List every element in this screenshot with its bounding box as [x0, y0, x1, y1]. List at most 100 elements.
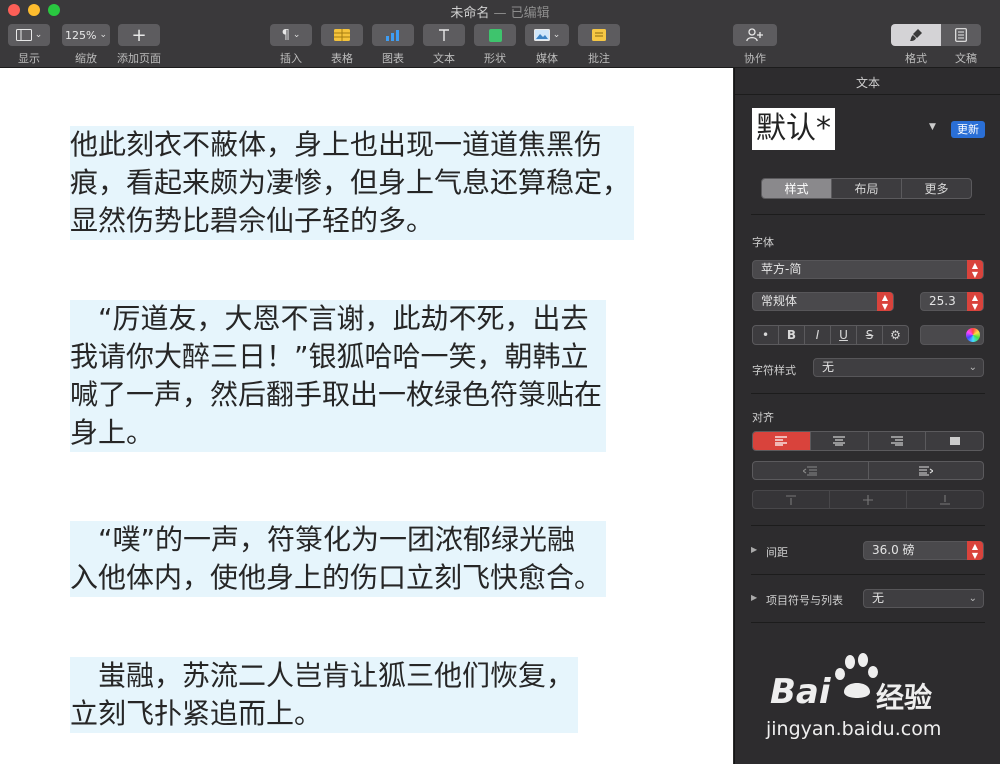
text-line: 入他体内，使他身上的伤口立刻飞快愈合。 — [70, 559, 607, 597]
align-top-icon — [786, 494, 796, 505]
character-style-label: 字符样式 — [752, 364, 796, 377]
window-title: 未命名 — 已编辑 — [0, 2, 1000, 21]
comment-button[interactable] — [578, 24, 620, 46]
media-label: 媒体 — [536, 52, 558, 65]
italic-button[interactable]: I — [805, 326, 831, 344]
increase-indent-icon — [918, 465, 933, 476]
color-wheel-icon[interactable] — [966, 328, 980, 342]
align-bottom-button[interactable] — [907, 491, 983, 508]
format-inspector-button[interactable] — [891, 24, 941, 46]
tab-layout[interactable]: 布局 — [832, 179, 902, 198]
character-style-value: 无 — [822, 360, 835, 374]
format-label: 格式 — [905, 52, 927, 65]
chevron-down-icon: ⌄ — [968, 362, 977, 373]
document-canvas[interactable]: 他此刻衣不蔽体，身上也出现一道道焦黑伤 痕，看起来颇为凄惨，但身上气息还算稳定，显… — [0, 68, 733, 764]
chevron-down-icon: ⌄ — [552, 30, 561, 40]
align-center-button[interactable] — [811, 432, 869, 450]
indent-buttons — [752, 461, 984, 480]
watermark-url: jingyan.baidu.com — [766, 718, 942, 740]
style-menu-triangle-icon[interactable]: ▼ — [929, 122, 936, 132]
text-line: 喊了一声，然后翻手取出一枚绿色符箓贴在 — [70, 376, 607, 414]
strikethrough-button[interactable]: S — [857, 326, 883, 344]
shape-label: 形状 — [484, 52, 506, 65]
text-icon — [439, 29, 449, 41]
stepper-arrows-icon: ▲ ▼ — [967, 260, 983, 279]
bullet-format-button[interactable]: • — [753, 326, 779, 344]
zoom-select[interactable]: 125% ⌄ — [62, 24, 110, 46]
tab-style[interactable]: 样式 — [762, 179, 832, 198]
justify-button[interactable] — [926, 432, 983, 450]
underline-button[interactable]: U — [831, 326, 857, 344]
stepper-arrows-icon: ▲ ▼ — [967, 292, 983, 311]
text-line: 蚩融，苏流二人岂肯让狐三他们恢复， — [70, 657, 579, 695]
decrease-indent-button[interactable] — [753, 462, 869, 479]
font-style-select[interactable]: 常规体 ▲ ▼ — [752, 292, 894, 311]
text-line: “厉道友，大恩不言谢，此劫不死，出去 — [70, 300, 593, 338]
table-button[interactable] — [321, 24, 363, 46]
chevron-down-icon: ⌄ — [99, 30, 107, 40]
view-button[interactable]: ⌄ — [8, 24, 50, 46]
align-left-button[interactable] — [753, 432, 811, 450]
inspector-tabs: 样式 布局 更多 — [761, 178, 972, 199]
shape-button[interactable] — [474, 24, 516, 46]
zoom-value: 125% — [65, 28, 97, 42]
chevron-down-icon: ⌄ — [34, 30, 43, 40]
text-color-well[interactable] — [920, 325, 984, 345]
align-top-button[interactable] — [753, 491, 830, 508]
shape-icon — [488, 28, 502, 42]
chart-icon — [386, 30, 399, 41]
bold-button[interactable]: B — [779, 326, 805, 344]
edited-status: — 已编辑 — [493, 6, 550, 21]
watermark-brand-cn: 经验 — [876, 681, 933, 714]
character-style-select[interactable]: 无 ⌄ — [813, 358, 984, 377]
paragraph[interactable]: “厉道友，大恩不言谢，此劫不死，出去 我请你大醉三日！”银狐哈哈一笑，朝韩立 喊了一… — [70, 300, 607, 452]
align-right-icon — [890, 436, 903, 446]
font-family-select[interactable]: 苹方-简 ▲ ▼ — [752, 260, 984, 279]
font-size-field[interactable]: 25.3 ▲ ▼ — [920, 292, 984, 311]
justify-icon — [949, 437, 960, 445]
text-options-gear-icon[interactable]: ⚙ — [883, 326, 908, 344]
collaborate-button[interactable] — [733, 24, 777, 46]
text-box-button[interactable] — [423, 24, 465, 46]
disclosure-triangle-icon[interactable]: ▶ — [751, 545, 757, 554]
chevron-down-icon: ⌄ — [292, 30, 301, 40]
comment-icon — [592, 29, 606, 41]
align-middle-button[interactable] — [830, 491, 907, 508]
insert-button[interactable]: ¶ ⌄ — [270, 24, 312, 46]
chart-label: 图表 — [382, 52, 404, 65]
align-center-icon — [833, 436, 846, 446]
font-section-label: 字体 — [752, 236, 774, 249]
plus-icon: + — [131, 24, 147, 46]
pages-window: 未命名 — 已编辑 ⌄ 显示 125% ⌄ 缩放 + 添加页面 ¶ ⌄ 插入 表格 — [0, 0, 1000, 764]
paragraph[interactable]: 他此刻衣不蔽体，身上也出现一道道焦黑伤 痕，看起来颇为凄惨，但身上气息还算稳定，显… — [70, 126, 635, 240]
toolbar: 未命名 — 已编辑 ⌄ 显示 125% ⌄ 缩放 + 添加页面 ¶ ⌄ 插入 表格 — [0, 0, 1000, 68]
add-page-button[interactable]: + — [118, 24, 160, 46]
bullets-select[interactable]: 无 ⌄ — [863, 589, 984, 608]
insert-label: 插入 — [280, 52, 302, 65]
paragraph[interactable]: “噗”的一声，符箓化为一团浓郁绿光融 入他体内，使他身上的伤口立刻飞快愈合。 — [70, 521, 607, 597]
pilcrow-icon: ¶ — [281, 27, 290, 43]
text-line: 他此刻衣不蔽体，身上也出现一道道焦黑伤 — [70, 126, 607, 164]
photo-icon — [533, 29, 550, 41]
media-button[interactable]: ⌄ — [525, 24, 569, 46]
increase-indent-button[interactable] — [869, 462, 984, 479]
tab-more[interactable]: 更多 — [902, 179, 971, 198]
collaborate-label: 协作 — [744, 52, 766, 65]
update-style-button[interactable]: 更新 — [951, 121, 985, 138]
paragraph[interactable]: 蚩融，苏流二人岂肯让狐三他们恢复， 立刻飞扑紧追而上。 — [70, 657, 579, 733]
chart-button[interactable] — [372, 24, 414, 46]
disclosure-triangle-icon[interactable]: ▶ — [751, 593, 757, 602]
vertical-alignment — [752, 490, 984, 509]
align-right-button[interactable] — [869, 432, 927, 450]
align-middle-icon — [863, 494, 873, 505]
view-label: 显示 — [18, 52, 40, 65]
spacing-select[interactable]: 36.0 磅 ▲ ▼ — [863, 541, 984, 560]
document-inspector-button[interactable] — [941, 24, 981, 46]
stepper-arrows-icon: ▲ ▼ — [967, 541, 983, 560]
table-label: 表格 — [331, 52, 353, 65]
table-icon — [334, 29, 350, 41]
paragraph-style-preview[interactable]: 默认* — [752, 108, 835, 150]
sidebar-view-icon — [15, 29, 32, 41]
add-page-label: 添加页面 — [117, 52, 161, 65]
document-label: 文稿 — [955, 52, 977, 65]
